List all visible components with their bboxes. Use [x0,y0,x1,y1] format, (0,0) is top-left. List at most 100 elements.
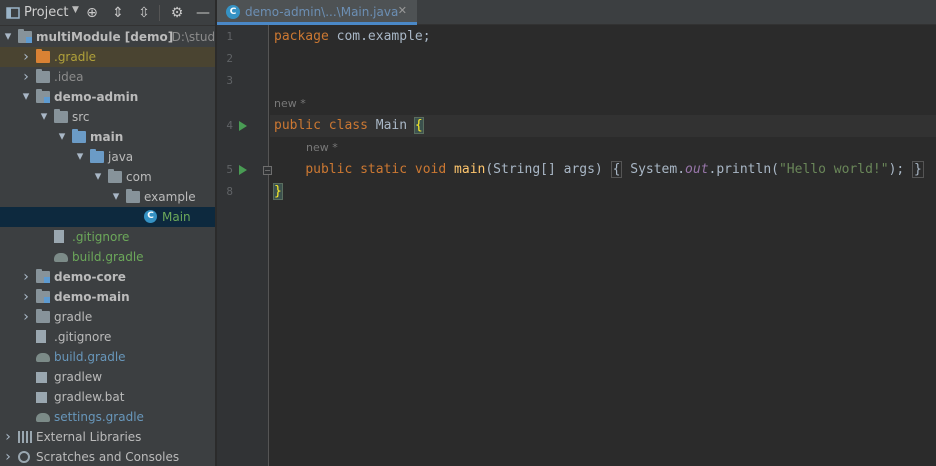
gradle-icon [36,353,50,362]
tree-item-scratches-and-consoles[interactable]: › Scratches and Consoles [0,447,215,466]
tree-item-label: demo-admin [54,90,139,104]
scratch-icon [18,451,30,463]
run-icon[interactable] [239,121,247,131]
tree-item-com[interactable]: ▾ com [0,167,215,187]
tree-item-gradlew[interactable]: gradlew [0,367,215,387]
tree-item-label: build.gradle [54,350,126,364]
tree-item-label: settings.gradle [54,410,144,424]
chevron-down-icon[interactable]: ▾ [92,167,104,187]
code-vision-hint: new * [274,97,306,110]
class-name: Main [375,118,408,133]
code-line[interactable]: } [270,181,936,203]
gitignore-icon [36,330,46,343]
chevron-right-icon[interactable]: › [2,427,14,447]
string-literal: "Hello world!" [778,162,889,177]
terminal-file-icon [36,372,47,383]
tree-item-gitignore[interactable]: .gitignore [0,227,215,247]
gradle-icon [54,253,68,262]
tree-item-demo-core[interactable]: › demo-core [0,267,215,287]
tree-item-example[interactable]: ▾ example [0,187,215,207]
java-class-icon: C [144,210,157,223]
static-field: out [685,162,709,177]
tree-item-java[interactable]: ▾ java [0,147,215,167]
tree-item-demo-admin[interactable]: ▾ demo-admin [0,87,215,107]
tree-item-label: Main [162,210,191,224]
tree-item-build-gradle[interactable]: build.gradle [0,247,215,267]
matched-brace: { [413,117,424,134]
chevron-down-icon[interactable]: ▾ [74,147,86,167]
collapse-all-icon[interactable]: ⇳ [135,4,153,22]
tree-item-label: .idea [54,70,84,84]
tree-item-label: example [144,190,196,204]
editor-tab-main-java[interactable]: C demo-admin\...\Main.java ✕ [217,0,417,25]
minimize-icon[interactable]: — [194,4,212,22]
chevron-down-icon[interactable]: ▾ [38,107,50,127]
folded-brace: { [610,161,623,178]
chevron-down-icon[interactable]: ▾ [20,87,32,107]
tree-item-gradle[interactable]: › gradle [0,307,215,327]
tree-item-idea[interactable]: › .idea [0,67,215,87]
tree-item-label: build.gradle [72,250,144,264]
chevron-down-icon[interactable]: ▾ [2,27,14,47]
folder-icon [36,69,50,83]
gear-icon[interactable]: ⚙ [168,4,186,22]
gradle-icon [36,413,50,422]
code-line[interactable] [270,48,936,70]
locate-icon[interactable]: ⊕ [83,4,101,22]
tree-item-demo-main[interactable]: › demo-main [0,287,215,307]
line-number: 4 [226,119,233,132]
chevron-right-icon[interactable]: › [2,447,14,466]
tree-item-gitignore[interactable]: .gitignore [0,327,215,347]
tree-item-label: multiModule [demo] [36,30,174,44]
keyword: void [414,162,447,177]
code-line[interactable]: new * [270,93,936,115]
folder-icon [36,49,50,63]
tree-item-label: External Libraries [36,430,142,444]
tree-item-external-libraries[interactable]: › External Libraries [0,427,215,447]
folder-icon [90,149,104,163]
code-line[interactable]: new * [270,137,936,159]
code-line[interactable]: public static void main(String[] args) {… [270,159,936,181]
chevron-right-icon[interactable]: › [20,47,32,67]
tree-item-build-gradle[interactable]: build.gradle [0,347,215,367]
code-line[interactable]: public class Main { [270,115,936,137]
folder-icon [72,129,86,143]
tree-item-gradle[interactable]: › .gradle [0,47,215,67]
code-line[interactable] [270,70,936,92]
tree-item-main[interactable]: ▾ main [0,127,215,147]
line-number: 8 [226,185,233,198]
expand-all-icon[interactable]: ⇕ [109,4,127,22]
close-icon[interactable]: ✕ [398,4,407,17]
tree-item-label: .gradle [54,50,97,64]
code-token: System. [622,162,686,177]
chevron-down-icon[interactable]: ▾ [110,187,122,207]
tree-item-multimodule-demo[interactable]: ▾ multiModule [demo]D:\study\ [0,27,216,47]
line-number: 1 [226,30,233,43]
chevron-down-icon[interactable]: ▾ [56,127,68,147]
chevron-down-icon[interactable]: ▼ [72,5,79,15]
tree-item-settings-gradle[interactable]: settings.gradle [0,407,215,427]
code-area[interactable]: package com.example; new * public class Ma… [270,25,936,466]
chevron-right-icon[interactable]: › [20,307,32,327]
chevron-right-icon[interactable]: › [20,67,32,87]
code-vision-hint: new * [306,141,338,154]
tree-item-main[interactable]: C Main [0,207,215,227]
tree-item-label: demo-main [54,290,130,304]
project-title[interactable]: Project [24,5,68,20]
gitignore-icon [54,230,64,243]
chevron-right-icon[interactable]: › [20,267,32,287]
package-name: com.example; [328,29,431,44]
library-icon [18,431,32,443]
tree-item-src[interactable]: ▾ src [0,107,215,127]
project-panel: Project ▼ ⊕ ⇕ ⇳ ⚙ — ▾ multiModule [demo] D… [0,0,216,466]
code-line[interactable]: package com.example; [270,26,936,48]
chevron-right-icon[interactable]: › [20,287,32,307]
tree-item-gradlew-bat[interactable]: gradlew.bat [0,387,215,407]
code-token: .println( [708,162,779,177]
line-number: 3 [226,74,233,87]
run-icon[interactable] [239,165,247,175]
code-token: ); [888,162,905,177]
tree-item-label: src [72,110,90,124]
module-path: D:\study\ [171,30,216,44]
java-class-icon: C [226,5,240,19]
